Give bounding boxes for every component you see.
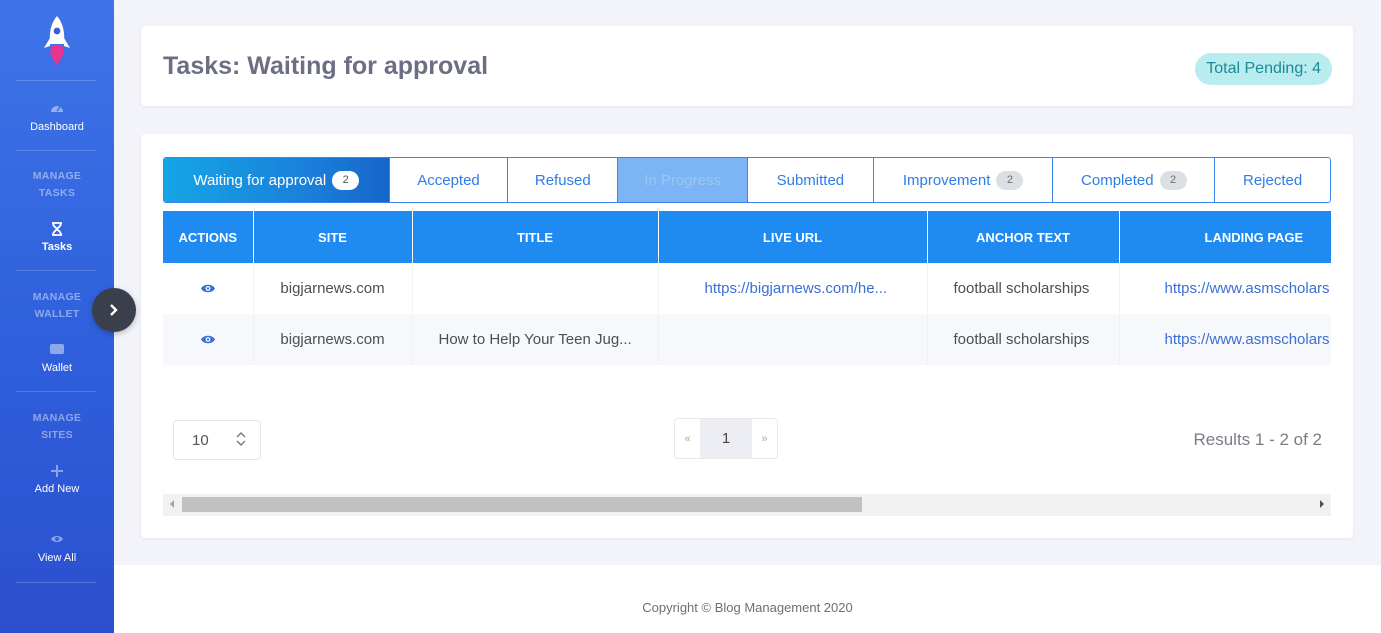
table-row: bigjarnews.com https://bigjarnews.com/he… (163, 263, 1331, 314)
tab-rejected[interactable]: Rejected (1215, 158, 1330, 202)
sidebar-item-view-all[interactable]: View All (0, 533, 114, 564)
table-row: bigjarnews.com How to Help Your Teen Jug… (163, 314, 1331, 365)
tab-label: Refused (534, 171, 591, 189)
landing-page-link[interactable]: https://www.asmscholars (1165, 280, 1330, 297)
anchor-text-cell: football scholarships (927, 314, 1120, 365)
gauge-icon (50, 102, 64, 116)
view-eye-icon[interactable] (163, 283, 252, 294)
per-page-select[interactable]: 10 (173, 420, 261, 460)
tab-label: Improvement (902, 171, 991, 189)
copyright-text: Copyright © Blog Management 2020 (642, 600, 853, 615)
tab-accepted[interactable]: Accepted (389, 158, 509, 202)
tab-label: Waiting for approval (193, 171, 327, 189)
sidebar-item-label: View All (37, 552, 77, 564)
landing-page-cell: https://www.asmscholars (1119, 314, 1331, 365)
tab-completed[interactable]: Completed 2 (1053, 158, 1216, 202)
site-cell: bigjarnews.com (253, 314, 413, 365)
tab-label: Accepted (417, 171, 480, 189)
tasks-table: Actions Site Title Live URL Anchor Text … (163, 211, 1331, 365)
page-header-card: Tasks: Waiting for approval Total Pendin… (141, 26, 1353, 106)
column-header-site[interactable]: Site (253, 211, 413, 263)
actions-cell (163, 263, 254, 314)
tab-in-progress[interactable]: In Progress (618, 158, 748, 202)
chevron-right-icon (110, 304, 118, 316)
page-title: Tasks: Waiting for approval (163, 52, 489, 80)
view-eye-icon[interactable] (163, 334, 252, 345)
eye-icon (50, 533, 64, 547)
column-header-title[interactable]: Title (412, 211, 659, 263)
actions-cell (163, 314, 254, 365)
sidebar-item-label: Add New (34, 483, 80, 495)
column-header-live-url[interactable]: Live URL (658, 211, 928, 263)
results-count: Results 1 - 2 of 2 (1193, 430, 1322, 449)
tasks-card: Waiting for approval 2 Accepted Refused … (141, 134, 1353, 538)
tab-label: In Progress (644, 171, 721, 189)
tab-count-badge: 2 (996, 170, 1024, 190)
hourglass-icon (50, 222, 64, 236)
tab-refused[interactable]: Refused (508, 158, 619, 202)
tab-improvement[interactable]: Improvement 2 (873, 158, 1054, 202)
sidebar-heading-sites: MANAGE SITES (32, 412, 82, 441)
sidebar-divider (16, 80, 96, 81)
horizontal-scrollbar[interactable] (163, 494, 1331, 516)
tasks-table-container: Actions Site Title Live URL Anchor Text … (163, 211, 1331, 516)
tab-label: Completed (1081, 171, 1154, 189)
live-url-cell (658, 314, 928, 365)
pagination-prev-button[interactable]: « (675, 419, 700, 458)
scroll-left-arrow-icon[interactable] (170, 500, 174, 508)
wallet-icon (50, 343, 64, 357)
sidebar-item-label: Tasks (41, 241, 73, 253)
anchor-text-cell: football scholarships (927, 263, 1120, 314)
tab-count-badge: 2 (332, 170, 360, 190)
landing-page-cell: https://www.asmscholars (1119, 263, 1331, 314)
tab-label: Rejected (1242, 171, 1303, 189)
footer: Copyright © Blog Management 2020 (114, 565, 1381, 633)
landing-page-link[interactable]: https://www.asmscholars (1165, 331, 1330, 348)
status-tabs: Waiting for approval 2 Accepted Refused … (163, 157, 1331, 203)
tab-count-badge: 2 (1159, 170, 1187, 190)
rocket-logo-icon[interactable] (40, 14, 74, 70)
tab-waiting-for-approval[interactable]: Waiting for approval 2 (164, 158, 390, 202)
column-header-landing-page[interactable]: Landing Page (1119, 211, 1331, 263)
tab-label: Submitted (776, 171, 845, 189)
sidebar-item-tasks[interactable]: Tasks (0, 222, 114, 253)
live-url-link[interactable]: https://bigjarnews.com/he... (705, 280, 888, 297)
sidebar-item-label: Dashboard (30, 121, 84, 133)
plus-icon (50, 464, 64, 478)
sidebar-item-wallet[interactable]: Wallet (0, 343, 114, 374)
sidebar-heading-tasks: MANAGE TASKS (32, 170, 82, 199)
pagination: « 1 » (674, 418, 778, 459)
title-cell: How to Help Your Teen Jug... (412, 314, 659, 365)
column-header-actions[interactable]: Actions (163, 211, 254, 263)
sidebar-divider (16, 391, 96, 392)
sidebar-item-add-new[interactable]: Add New (0, 464, 114, 495)
up-down-chevron-icon (236, 431, 246, 451)
sidebar-divider (16, 150, 96, 151)
pagination-page-button[interactable]: 1 (700, 419, 752, 458)
total-pending-badge: Total Pending: 4 (1195, 53, 1332, 85)
pagination-next-button[interactable]: » (752, 419, 777, 458)
sidebar-collapse-button[interactable] (92, 288, 136, 332)
site-cell: bigjarnews.com (253, 263, 413, 314)
column-header-anchor-text[interactable]: Anchor Text (927, 211, 1120, 263)
per-page-value: 10 (192, 431, 209, 449)
title-cell (412, 263, 659, 314)
sidebar-divider (16, 270, 96, 271)
sidebar-divider (16, 582, 96, 583)
sidebar-item-label: Wallet (41, 362, 73, 374)
scroll-right-arrow-icon[interactable] (1320, 500, 1324, 508)
table-header-row: Actions Site Title Live URL Anchor Text … (163, 211, 1331, 263)
sidebar-item-dashboard[interactable]: Dashboard (0, 102, 114, 133)
scrollbar-thumb[interactable] (182, 497, 862, 512)
tab-submitted[interactable]: Submitted (748, 158, 874, 202)
live-url-cell: https://bigjarnews.com/he... (658, 263, 928, 314)
